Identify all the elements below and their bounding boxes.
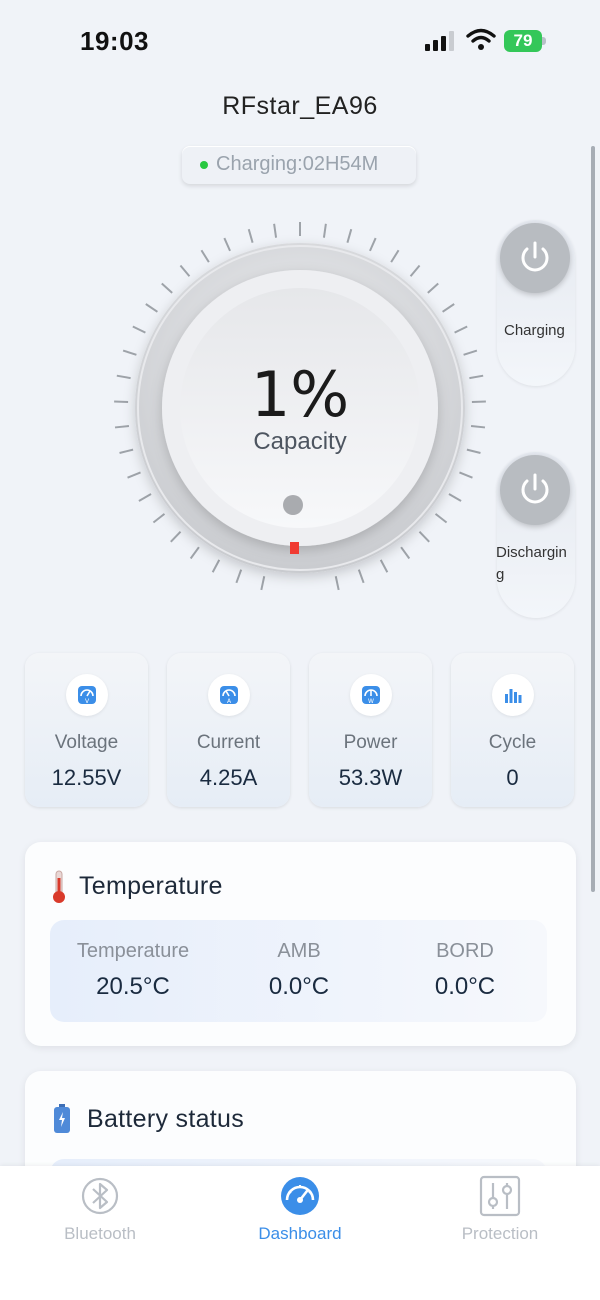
- battery-icon: [54, 1104, 70, 1133]
- bord-label: BORD: [436, 940, 494, 962]
- gauge-tick: [223, 237, 231, 252]
- wifi-icon: [466, 28, 496, 50]
- bord-column: BORD 0.0°C: [382, 940, 548, 1001]
- gauge-tick: [409, 264, 421, 277]
- discharging-toggle-card: Dischargin g: [496, 452, 576, 618]
- scrollbar[interactable]: [591, 146, 595, 892]
- power-value: 53.3W: [338, 765, 403, 790]
- charging-power-button[interactable]: [500, 223, 570, 293]
- gauge-knob-dot: [283, 495, 303, 515]
- charging-status-pill: Charging:02H54M: [182, 146, 416, 184]
- device-title: RFstar_EA96: [222, 92, 378, 120]
- wattmeter-icon: W: [350, 674, 392, 716]
- power-icon: [521, 473, 549, 504]
- battery-status-title: Battery status: [87, 1105, 245, 1133]
- temperature-label: Temperature: [76, 940, 190, 962]
- gauge-tick: [400, 546, 411, 560]
- gauge-tick: [357, 569, 365, 584]
- gauge-tick: [459, 471, 473, 479]
- temperature-column: Temperature 20.5°C: [50, 940, 216, 1001]
- amb-column: AMB 0.0°C: [216, 940, 382, 1001]
- dashboard-icon: [281, 1177, 319, 1215]
- sliders-icon: [479, 1175, 521, 1217]
- current-value: 4.25A: [199, 765, 258, 790]
- gauge-tick: [369, 237, 377, 252]
- charging-toggle-label: Charging: [504, 322, 565, 339]
- gauge-tick: [390, 249, 400, 263]
- gauge-tick: [442, 303, 455, 313]
- amb-label: AMB: [277, 940, 321, 962]
- power-label: Power: [343, 732, 398, 753]
- temperature-panel: Temperature Temperature 20.5°C AMB 0.0°C…: [25, 842, 576, 1046]
- discharging-power-button[interactable]: [500, 455, 570, 525]
- battery-level-icon: 79: [504, 30, 542, 52]
- gauge-tick: [427, 282, 439, 294]
- charging-toggle-card: Charging: [497, 220, 575, 386]
- gauge-tick: [170, 531, 182, 543]
- tab-dashboard[interactable]: Dashboard: [200, 1166, 400, 1266]
- thermometer-icon: [53, 870, 65, 903]
- gauge-tick: [152, 513, 166, 524]
- gauge-tick: [138, 493, 152, 502]
- power-card: W Power 53.3W: [309, 653, 432, 807]
- gauge-tick: [145, 303, 158, 313]
- power-icon: [521, 241, 549, 272]
- gauge-tick: [235, 569, 243, 584]
- charging-status-text: Charging:02H54M: [216, 153, 379, 175]
- cycle-label: Cycle: [488, 732, 537, 753]
- gauge-tick: [132, 325, 146, 334]
- tab-bluetooth-label: Bluetooth: [64, 1224, 136, 1243]
- gauge-tick: [260, 576, 266, 591]
- voltmeter-icon: V: [66, 674, 108, 716]
- discharging-label-line2: g: [496, 566, 505, 583]
- bord-value: 0.0°C: [434, 973, 496, 1000]
- gauge-tick: [127, 471, 141, 479]
- gauge-tick: [463, 349, 478, 356]
- gauge-tick: [322, 223, 327, 238]
- gauge-tick: [189, 546, 200, 560]
- voltage-card: V Voltage 12.55V: [25, 653, 148, 807]
- bluetooth-icon: [81, 1177, 119, 1215]
- tab-dashboard-label: Dashboard: [258, 1224, 342, 1243]
- amb-value: 0.0°C: [268, 973, 330, 1000]
- gauge-tick: [273, 223, 278, 238]
- gauge-tick: [200, 249, 210, 263]
- gauge-tick: [179, 264, 191, 277]
- cycle-value: 0: [506, 765, 519, 790]
- gauge-tick: [161, 282, 173, 294]
- voltage-value: 12.55V: [51, 765, 122, 790]
- status-time: 19:03: [80, 26, 149, 56]
- gauge-tick: [334, 576, 340, 591]
- temperature-readings: Temperature 20.5°C AMB 0.0°C BORD 0.0°C: [50, 920, 547, 1022]
- gauge-tick: [448, 493, 462, 502]
- temperature-title: Temperature: [79, 872, 223, 900]
- gauge-tick: [346, 228, 353, 243]
- bar-chart-icon: [492, 674, 534, 716]
- temperature-value: 20.5°C: [96, 973, 170, 1000]
- gauge-tick: [211, 559, 221, 573]
- gauge-level-indicator: [290, 542, 299, 554]
- gauge-tick: [247, 228, 254, 243]
- tab-bluetooth[interactable]: Bluetooth: [0, 1166, 200, 1266]
- cycle-card: Cycle 0: [451, 653, 574, 807]
- current-card: A Current 4.25A: [167, 653, 290, 807]
- discharging-label-line1: Dischargin: [496, 544, 567, 561]
- capacity-label: Capacity: [253, 428, 347, 455]
- cellular-signal-icon: [425, 31, 454, 51]
- bottom-tab-bar: Bluetooth Dashboard Protection: [0, 1166, 600, 1300]
- gauge-tick: [379, 559, 389, 573]
- svg-text:W: W: [368, 698, 374, 705]
- ammeter-icon: A: [208, 674, 250, 716]
- gauge-tick: [454, 325, 468, 334]
- battery-tip: [542, 37, 546, 45]
- charging-dot-icon: [200, 161, 208, 169]
- gauge-tick: [434, 513, 448, 524]
- voltage-label: Voltage: [54, 732, 119, 753]
- tab-protection-label: Protection: [461, 1224, 539, 1243]
- tab-protection[interactable]: Protection: [400, 1166, 600, 1266]
- discharging-toggle-label: Dischargin g: [496, 542, 576, 586]
- gauge-tick: [418, 531, 430, 543]
- current-label: Current: [196, 732, 261, 753]
- gauge-tick: [122, 349, 137, 356]
